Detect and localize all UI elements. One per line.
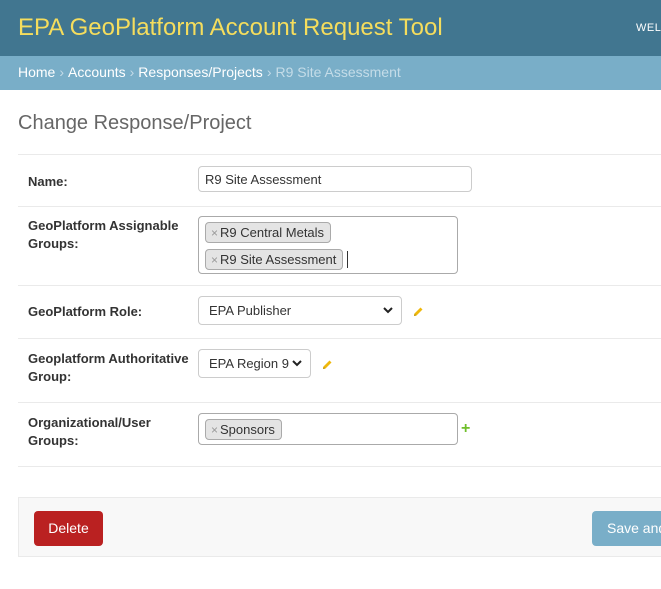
page-title: Change Response/Project	[18, 112, 252, 134]
tag-label: R9 Central Metals	[220, 225, 325, 240]
save-and-continue-button[interactable]: Save and	[592, 511, 661, 546]
breadcrumb-separator: ›	[59, 64, 65, 80]
assignable-groups-label: GeoPlatform Assignable Groups:	[28, 217, 179, 253]
plus-icon[interactable]: +	[461, 421, 470, 437]
remove-tag-icon[interactable]: ×	[211, 253, 218, 267]
remove-tag-icon[interactable]: ×	[211, 423, 218, 437]
chevron-down-icon	[292, 360, 302, 367]
assignable-groups-select[interactable]: × R9 Central Metals × R9 Site Assessment	[198, 216, 458, 274]
form-row-authoritative-group: Geoplatform Authoritative Group: EPA Reg…	[18, 339, 661, 403]
form-row-org-groups: Organizational/User Groups: × Sponsors +	[18, 403, 661, 467]
tag-chip: × Sponsors	[205, 419, 282, 440]
breadcrumb-current: R9 Site Assessment	[275, 64, 401, 80]
role-label: GeoPlatform Role:	[28, 304, 143, 319]
form-row-assignable-groups: GeoPlatform Assignable Groups: × R9 Centr…	[18, 206, 661, 286]
site-title[interactable]: EPA GeoPlatform Account Request Tool	[18, 14, 443, 42]
breadcrumb-separator: ›	[266, 64, 272, 80]
remove-tag-icon[interactable]: ×	[211, 226, 218, 240]
authoritative-group-select-value: EPA Region 9	[209, 356, 289, 371]
delete-button[interactable]: Delete	[34, 511, 103, 546]
authoritative-group-label-line2: Group:	[28, 369, 72, 384]
site-header: EPA GeoPlatform Account Request Tool WEL…	[0, 0, 661, 56]
pencil-icon[interactable]	[412, 306, 424, 318]
role-select[interactable]: EPA Publisher	[198, 296, 402, 325]
org-groups-label: Organizational/User Groups:	[28, 414, 151, 450]
tag-chip: × R9 Central Metals	[205, 222, 332, 243]
breadcrumb: Home › Accounts › Responses/Projects › R9 Site…	[0, 56, 661, 90]
assignable-groups-label-line1: GeoPlatform Assignable	[28, 218, 179, 233]
name-input[interactable]	[198, 166, 472, 192]
org-groups-label-line2: Groups:	[28, 433, 79, 448]
form-row-name: Name:	[18, 154, 661, 207]
breadcrumb-responses-link[interactable]: Responses/Projects	[138, 64, 263, 80]
assignable-groups-label-line2: Groups:	[28, 236, 79, 251]
submit-row: Delete Save and	[18, 497, 661, 557]
authoritative-group-label: Geoplatform Authoritative Group:	[28, 350, 189, 386]
org-groups-select[interactable]: × Sponsors	[198, 413, 458, 445]
tag-chip: × R9 Site Assessment	[205, 249, 344, 270]
text-caret	[347, 251, 348, 268]
pencil-icon[interactable]	[321, 359, 333, 371]
org-groups-label-line1: Organizational/User	[28, 415, 151, 430]
role-select-value: EPA Publisher	[209, 303, 292, 318]
breadcrumb-separator: ›	[129, 64, 135, 80]
chevron-down-icon	[383, 307, 393, 314]
tag-label: R9 Site Assessment	[220, 252, 337, 267]
tag-label: Sponsors	[220, 422, 275, 437]
breadcrumb-home-link[interactable]: Home	[18, 64, 55, 80]
authoritative-group-select[interactable]: EPA Region 9	[198, 349, 311, 378]
authoritative-group-label-line1: Geoplatform Authoritative	[28, 351, 189, 366]
breadcrumb-accounts-link[interactable]: Accounts	[68, 64, 126, 80]
welcome-text: WELC	[636, 22, 661, 34]
name-label: Name:	[28, 174, 68, 189]
form-row-role: GeoPlatform Role: EPA Publisher	[18, 286, 661, 339]
